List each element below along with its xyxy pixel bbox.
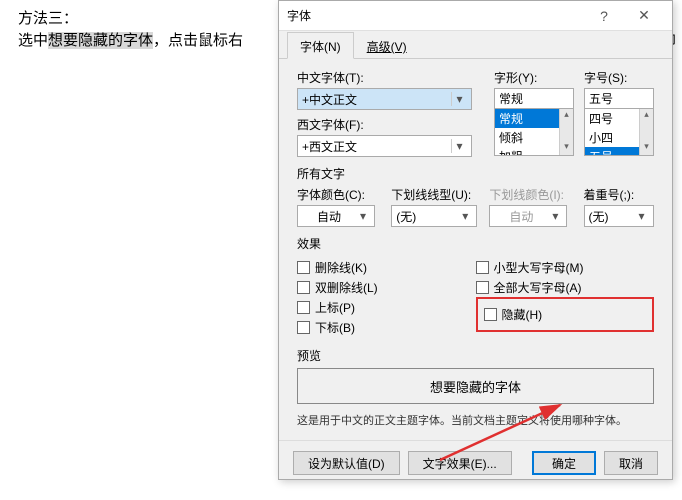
hidden-checkbox[interactable]: 隐藏(H) [484, 306, 647, 323]
dropdown-arrow-icon: ▾ [451, 139, 467, 153]
tab-strip: 字体(N) 高级(V) [279, 31, 672, 59]
selected-text: 想要隐藏的字体 [48, 32, 153, 49]
help-button[interactable]: ? [584, 1, 624, 31]
scrollbar[interactable]: ▴▾ [559, 109, 573, 155]
scrollbar[interactable]: ▴▾ [639, 109, 653, 155]
font-style-list[interactable]: 常规 倾斜 加粗 ▴▾ [494, 108, 574, 156]
preview-box: 想要隐藏的字体 [297, 368, 654, 404]
close-button[interactable]: ✕ [624, 1, 664, 31]
preview-section: 预览 [297, 347, 654, 364]
double-strike-checkbox[interactable]: 双删除线(L) [297, 279, 476, 296]
underline-color-label: 下划线颜色(I): [489, 186, 571, 203]
panel-font: 中文字体(T): +中文正文▾ 西文字体(F): +西文正文▾ 字形(Y): 常… [279, 59, 672, 434]
cancel-button[interactable]: 取消 [604, 451, 658, 475]
emphasis-label: 着重号(;): [584, 186, 654, 203]
dropdown-arrow-icon: ▾ [356, 209, 370, 223]
font-style-input[interactable]: 常规 [494, 88, 574, 108]
dropdown-arrow-icon: ▾ [458, 209, 472, 223]
font-size-label: 字号(S): [584, 69, 654, 86]
latin-font-combo[interactable]: +西文正文▾ [297, 135, 472, 157]
tab-font[interactable]: 字体(N) [287, 32, 354, 59]
cjk-font-label: 中文字体(T): [297, 69, 484, 86]
titlebar: 字体 ? ✕ [279, 1, 672, 31]
subscript-checkbox[interactable]: 下标(B) [297, 319, 476, 336]
superscript-checkbox[interactable]: 上标(P) [297, 299, 476, 316]
font-size-input[interactable]: 五号 [584, 88, 654, 108]
text-effects-button[interactable]: 文字效果(E)... [408, 451, 512, 475]
strikethrough-checkbox[interactable]: 删除线(K) [297, 259, 476, 276]
background-document-text: 方法三： 选中想要隐藏的字体，点击鼠标右 [18, 8, 243, 52]
small-caps-checkbox[interactable]: 小型大写字母(M) [476, 259, 655, 276]
all-caps-checkbox[interactable]: 全部大写字母(A) [476, 279, 655, 296]
font-color-label: 字体颜色(C): [297, 186, 379, 203]
emphasis-combo[interactable]: (无)▾ [584, 205, 654, 227]
dropdown-arrow-icon: ▾ [635, 209, 649, 223]
cjk-font-combo[interactable]: +中文正文▾ [297, 88, 472, 110]
latin-font-label: 西文字体(F): [297, 116, 484, 133]
dialog-title: 字体 [287, 7, 584, 24]
dropdown-arrow-icon: ▾ [548, 209, 562, 223]
effects-section: 效果 [297, 235, 654, 252]
tab-advanced[interactable]: 高级(V) [354, 32, 420, 59]
font-size-list[interactable]: 四号 小四 五号 ▴▾ [584, 108, 654, 156]
dropdown-arrow-icon: ▾ [451, 92, 467, 106]
font-dialog: 字体 ? ✕ 字体(N) 高级(V) 中文字体(T): +中文正文▾ 西文字体(… [278, 0, 673, 480]
font-color-combo[interactable]: 自动▾ [297, 205, 375, 227]
all-text-section: 所有文字 [297, 165, 654, 182]
ok-button[interactable]: 确定 [532, 451, 596, 475]
hidden-highlight-box: 隐藏(H) [476, 297, 655, 332]
underline-color-combo: 自动▾ [489, 205, 567, 227]
underline-style-label: 下划线线型(U): [391, 186, 477, 203]
set-default-button[interactable]: 设为默认值(D) [293, 451, 400, 475]
button-bar: 设为默认值(D) 文字效果(E)... 确定 取消 [279, 440, 672, 485]
underline-style-combo[interactable]: (无)▾ [391, 205, 477, 227]
font-style-label: 字形(Y): [494, 69, 574, 86]
preview-note: 这是用于中文的正文主题字体。当前文档主题定义将使用哪种字体。 [297, 412, 654, 428]
